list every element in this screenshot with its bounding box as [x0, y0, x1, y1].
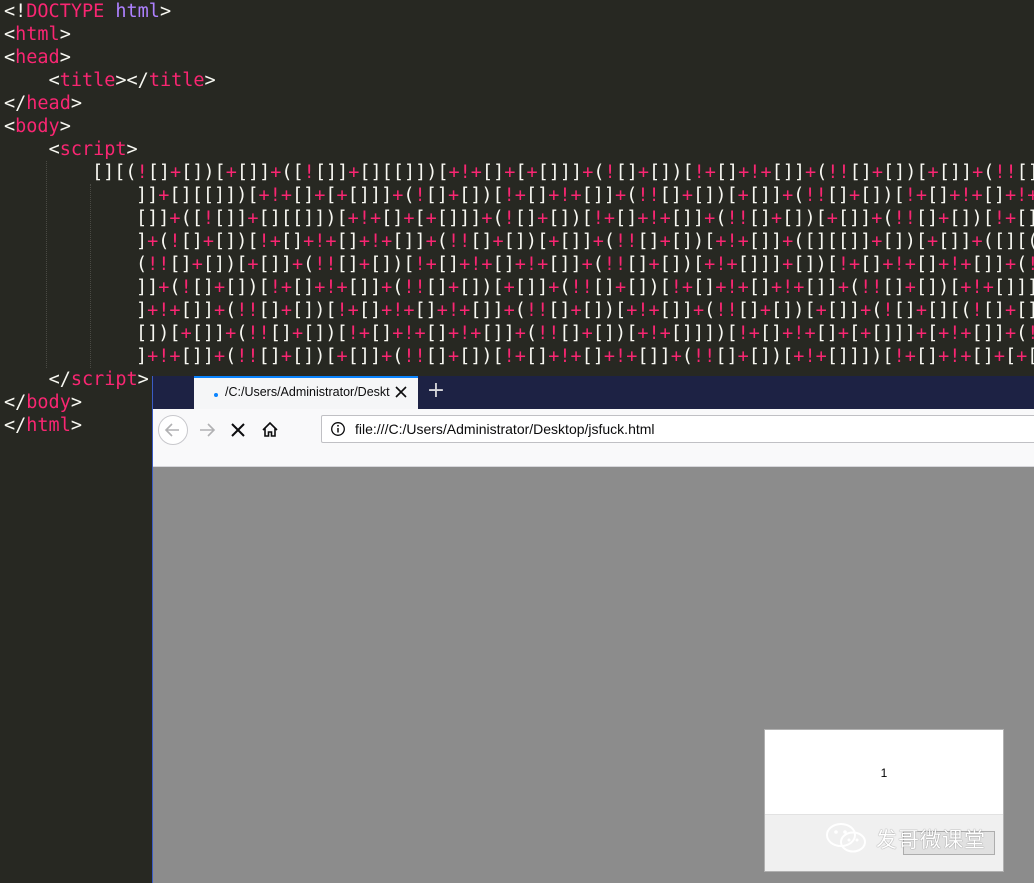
wechat-logo-icon: [826, 823, 866, 853]
code-line: </html>: [4, 415, 82, 436]
indent-guide: [90, 184, 91, 368]
tab-active[interactable]: /C:/Users/Administrator/Desktop/jsfuck.h…: [194, 376, 418, 409]
code-line: </script>: [48, 369, 149, 390]
new-tab-button[interactable]: +: [425, 380, 447, 404]
code-line: <title></title>: [48, 70, 216, 91]
back-button[interactable]: [158, 415, 188, 445]
code-line: </head>: [4, 93, 82, 114]
watermark-text: 发哥微课堂: [876, 828, 986, 852]
script-code-line: []]+([![]]+[][[]])[+!+[]+[+[]]]+(![]+[])…: [136, 208, 1034, 229]
loading-indicator-icon: [214, 393, 218, 397]
indent-guide: [46, 161, 47, 368]
watermark: 发哥微课堂: [824, 818, 1024, 858]
arrow-left-icon: [164, 423, 179, 437]
stop-icon: [231, 423, 245, 437]
url-text[interactable]: file:///C:/Users/Administrator/Desktop/j…: [355, 421, 655, 437]
forward-button[interactable]: [193, 415, 223, 445]
script-code-line: ]]+[][[]])[+!+[]+[+[]]]+(![]+[])[!+[]+!+…: [136, 185, 1034, 206]
code-line: </body>: [4, 392, 82, 413]
home-icon: [262, 421, 278, 437]
close-icon[interactable]: [392, 383, 410, 401]
arrow-right-icon: [200, 423, 216, 437]
code-line: <html>: [4, 24, 71, 45]
script-code-line: ]]+(![]+[])[!+[]+!+[]]+(!![]+[])[+[]]+(!…: [136, 277, 1034, 298]
info-icon[interactable]: [330, 421, 346, 437]
script-code-line: ]+!+[]]+(!![]+[])[!+[]+!+[]+!+[]]+(!![]+…: [136, 300, 1034, 321]
code-line: <body>: [4, 116, 71, 137]
script-code-line: [])[+[]]+(!![]+[])[!+[]+!+[]+!+[]]+(!![]…: [136, 323, 1034, 344]
script-code-line: [][(![]+[])[+[]]+([![]]+[][[]])[+!+[]+[+…: [92, 162, 1034, 183]
script-code-line: (!![]+[])[+[]]+(!![]+[])[!+[]+!+[]+!+[]]…: [136, 254, 1034, 275]
home-button[interactable]: [255, 415, 285, 445]
script-code-line: ]+(![]+[])[!+[]+!+[]+!+[]]+(!![]+[])[+[]…: [136, 231, 1034, 252]
code-line: <!DOCTYPE html>: [4, 1, 172, 22]
tab-bar: /C:/Users/Administrator/Desktop/jsfuck.h…: [153, 376, 1034, 409]
code-line: <head>: [4, 47, 71, 68]
tab-title: /C:/Users/Administrator/Desktop/jsfuck.h…: [225, 385, 390, 399]
address-bar[interactable]: file:///C:/Users/Administrator/Desktop/j…: [321, 415, 1034, 443]
code-line: <script>: [48, 139, 138, 160]
script-code-line: ]+!+[]]+(!![]+[])[+[]]+(!![]+[])[!+[]+!+…: [136, 346, 1034, 367]
stop-button[interactable]: [223, 415, 253, 445]
alert-message: 1: [880, 766, 888, 780]
navigation-toolbar: file:///C:/Users/Administrator/Desktop/j…: [153, 409, 1034, 467]
